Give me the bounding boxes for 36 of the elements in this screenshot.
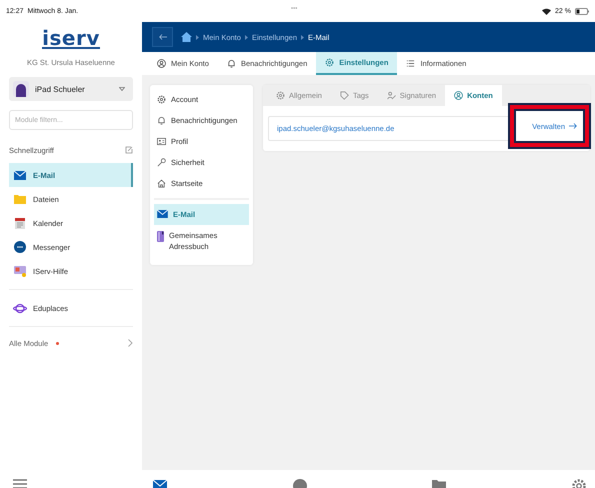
chevron-right-icon (128, 339, 133, 347)
avatar-icon (13, 81, 29, 97)
bell-icon (157, 116, 166, 125)
user-dropdown[interactable]: iPad Schueler (9, 77, 133, 101)
calendar-icon (15, 218, 25, 228)
address-book-icon (157, 231, 164, 242)
breadcrumb-separator (196, 34, 199, 40)
gear-icon (325, 58, 334, 67)
home-icon[interactable] (181, 32, 192, 42)
id-card-icon (157, 137, 166, 146)
breadcrumb-separator (244, 34, 248, 40)
tag-icon (340, 91, 349, 100)
folder-icon (14, 194, 26, 204)
breadcrumb-separator (301, 34, 304, 40)
arrow-left-icon (158, 34, 166, 40)
bell-icon (226, 59, 236, 68)
gear-icon (157, 95, 166, 104)
user-icon (454, 91, 464, 100)
planet-icon (13, 302, 27, 314)
envelope-icon (157, 210, 168, 218)
user-icon (157, 59, 166, 68)
back-button[interactable] (152, 27, 173, 47)
iserv-logo[interactable]: iserv (42, 30, 100, 48)
list-icon (406, 59, 416, 68)
chat-bubble-icon (14, 241, 26, 253)
gear-icon (276, 91, 285, 100)
edit-icon[interactable] (125, 146, 133, 154)
key-icon (157, 158, 166, 167)
arrow-right-icon (569, 123, 577, 129)
home-icon (157, 179, 166, 188)
wifi-icon (542, 8, 552, 14)
caret-icon (119, 87, 125, 91)
person-pen-icon (386, 91, 396, 100)
battery-icon (574, 8, 589, 14)
envelope-icon (14, 170, 26, 180)
help-screen-icon (14, 266, 26, 276)
